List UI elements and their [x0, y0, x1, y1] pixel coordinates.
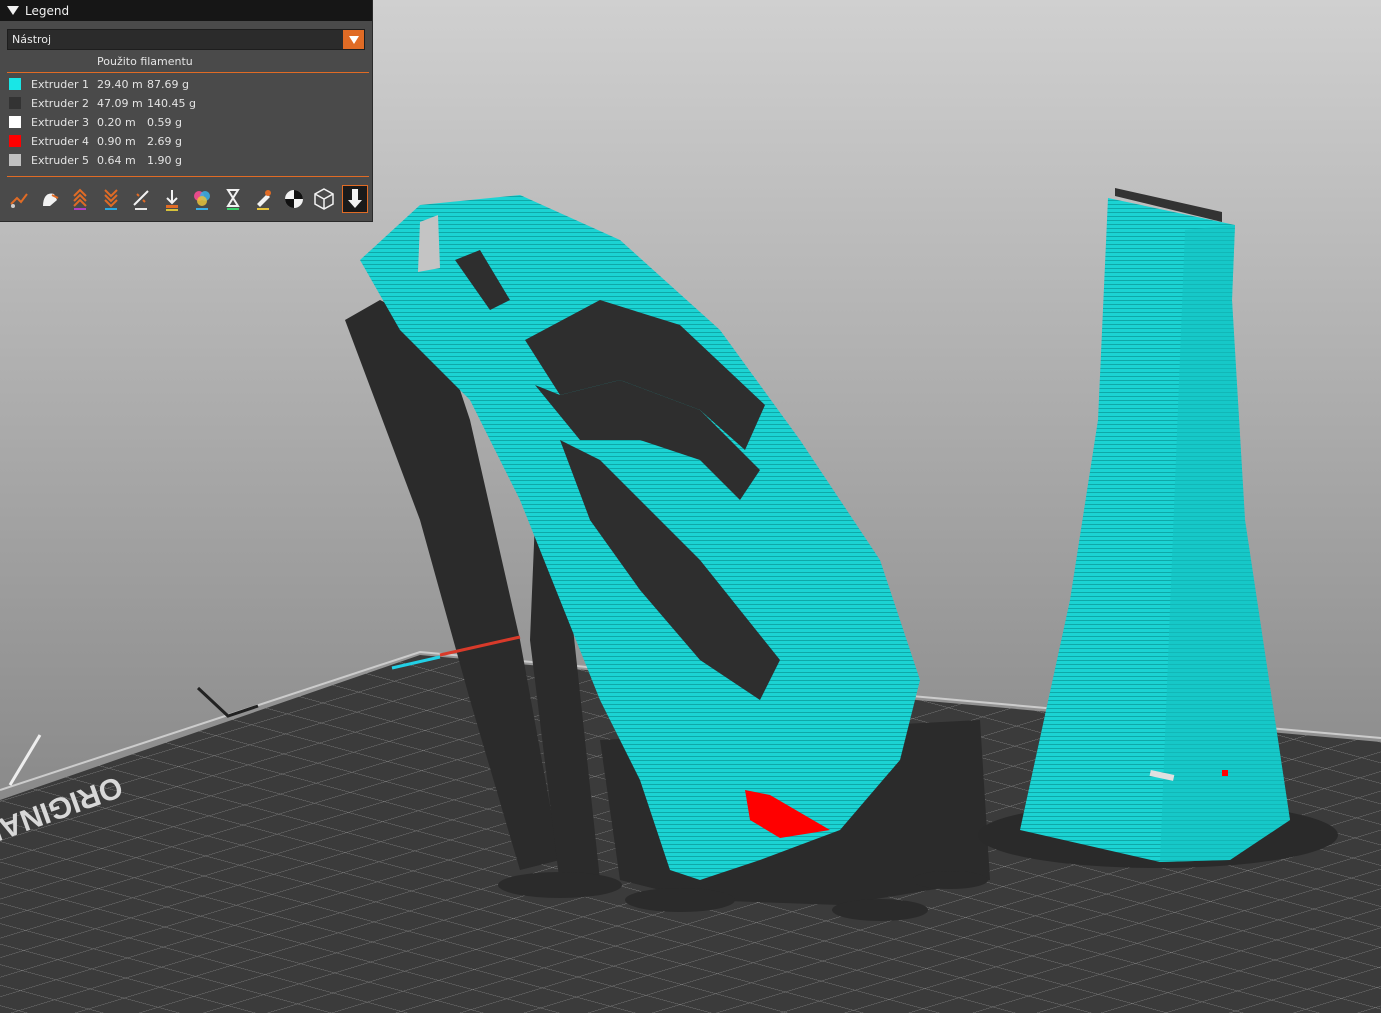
travel-toggle-button[interactable]	[7, 186, 31, 212]
custom-gcodes-toggle-button[interactable]	[251, 186, 275, 212]
color-changes-icon	[194, 191, 210, 210]
extruder-name: Extruder 5	[31, 154, 90, 167]
separator-top	[7, 72, 369, 73]
color-swatch	[9, 116, 21, 128]
column-header: Použito filamentu	[97, 55, 193, 68]
pause-prints-toggle-button[interactable]	[221, 186, 245, 212]
chevron-down-icon	[348, 35, 359, 44]
dropdown-arrow-button[interactable]	[343, 30, 364, 49]
legend-panel: Legend Nástroj Použito filamentu Extrude…	[0, 0, 373, 222]
separator-bottom	[7, 176, 369, 177]
center-of-gravity-toggle-button[interactable]	[282, 186, 306, 212]
filament-weight: 140.45 g	[147, 97, 196, 110]
extruder-name: Extruder 2	[31, 97, 90, 110]
filament-length: 0.20 m	[97, 116, 136, 129]
color-swatch	[9, 97, 21, 109]
filament-length: 47.09 m	[97, 97, 143, 110]
wipe-toggle-button[interactable]	[38, 186, 62, 212]
seams-icon	[133, 190, 149, 210]
legend-toolbar	[7, 185, 369, 213]
custom-gcodes-icon	[257, 190, 271, 210]
extruder-name: Extruder 4	[31, 135, 90, 148]
center-of-gravity-icon	[284, 190, 303, 208]
wipe-icon	[42, 193, 58, 206]
filament-length: 0.90 m	[97, 135, 136, 148]
deretractions-toggle-button[interactable]	[99, 186, 123, 212]
shells-toggle-button[interactable]	[312, 186, 336, 212]
filament-weight: 0.59 g	[147, 116, 182, 129]
legend-header[interactable]: Legend	[0, 0, 372, 21]
tool-changes-icon	[165, 190, 178, 211]
deretractions-icon	[103, 189, 118, 210]
view-type-combo[interactable]: Nástroj	[7, 29, 365, 50]
view-type-value: Nástroj	[12, 33, 52, 46]
color-swatch	[9, 135, 21, 147]
filament-weight: 1.90 g	[147, 154, 182, 167]
color-changes-toggle-button[interactable]	[190, 186, 214, 212]
retractions-toggle-button[interactable]	[68, 186, 92, 212]
collapse-triangle-icon[interactable]	[7, 6, 19, 15]
travel-icon	[10, 193, 28, 208]
filament-weight: 2.69 g	[147, 135, 182, 148]
filament-length: 0.64 m	[97, 154, 136, 167]
shells-icon	[314, 188, 334, 210]
tool-marker-toggle-button[interactable]	[341, 185, 368, 213]
pause-prints-icon	[225, 189, 240, 210]
extruder-name: Extruder 1	[31, 78, 90, 91]
filament-weight: 87.69 g	[147, 78, 189, 91]
extruder-name: Extruder 3	[31, 116, 90, 129]
retractions-icon	[73, 188, 87, 210]
tool-marker-icon	[347, 189, 362, 208]
tool-changes-toggle-button[interactable]	[160, 186, 184, 212]
color-swatch	[9, 154, 21, 166]
color-swatch	[9, 78, 21, 90]
seams-toggle-button[interactable]	[129, 186, 153, 212]
filament-length: 29.40 m	[97, 78, 143, 91]
legend-title: Legend	[25, 3, 70, 18]
